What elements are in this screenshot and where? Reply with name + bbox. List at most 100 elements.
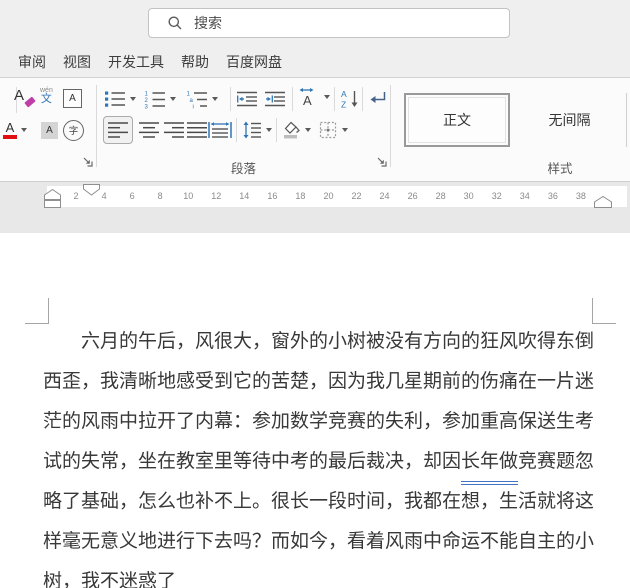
svg-text:2: 2 [145, 98, 149, 104]
text-line[interactable]: 六月的午后，风很大，窗外的小树被没有方向的狂风吹得东倒 [43, 322, 594, 362]
align-center-button[interactable] [138, 118, 160, 142]
multilevel-list-icon: 1 a i [187, 92, 207, 110]
ruler-number: 8 [157, 191, 163, 201]
ruler-number: 16 [267, 191, 278, 201]
chevron-down-icon[interactable] [342, 128, 348, 132]
ribbon: A wén 文 A A A 字 1 2 3 1 a i A A Z 段落 正文 … [0, 78, 630, 182]
button-separator [334, 87, 335, 111]
line-spacing-button[interactable] [242, 118, 272, 142]
text-line[interactable]: 样毫无意义地进行下去吗？而如今，看着风雨中命运不能自主的小 [43, 522, 594, 562]
distribute-text-icon [208, 122, 232, 138]
justify-button[interactable] [186, 118, 208, 142]
ruler-number: 12 [211, 191, 222, 201]
svg-text:3: 3 [145, 105, 149, 110]
multilevel-list-button[interactable]: 1 a i [186, 87, 218, 111]
ruler-number: 6 [129, 191, 135, 201]
group-separator [96, 85, 97, 167]
numbering-button[interactable]: 1 2 3 [144, 87, 176, 111]
align-left-icon [108, 122, 128, 138]
paragraph-text: 六月的午后，风很大，窗外的小树被没有方向的狂风吹得东倒 西歪，我清晰地感受到它的… [43, 322, 595, 588]
svg-text:Z: Z [341, 99, 346, 109]
ruler-number: 24 [379, 191, 390, 201]
ruler-number: 22 [351, 191, 362, 201]
tab-baidu-netdisk[interactable]: 百度网盘 [226, 52, 282, 72]
text-line[interactable]: 茫的风雨中拉开了内幕：参加数学竞赛的失利，参加重高保送生考 [43, 402, 594, 442]
ruler-number: 26 [407, 191, 418, 201]
document-page[interactable]: 六月的午后，风很大，窗外的小树被没有方向的狂风吹得东倒 西歪，我清晰地感受到它的… [0, 233, 630, 588]
align-right-button[interactable] [163, 118, 185, 142]
text-line[interactable]: 树，我不迷惑了 [43, 562, 592, 588]
left-indent-marker[interactable] [44, 189, 61, 208]
phonetic-guide-icon: wén 文 [40, 87, 53, 105]
tab-help[interactable]: 帮助 [181, 52, 209, 72]
button-separator [292, 87, 293, 111]
ruler-number: 20 [323, 191, 334, 201]
distribute-text-button[interactable] [207, 118, 233, 142]
asian-layout-icon: A [299, 88, 314, 108]
paragraph-dialog-launcher[interactable] [376, 156, 388, 168]
bullets-button[interactable] [104, 87, 136, 111]
character-border-icon: A [63, 88, 82, 108]
svg-text:A: A [341, 89, 347, 99]
style-no-spacing-label: 无间隔 [548, 112, 591, 128]
horizontal-ruler[interactable]: 2 4 6 8 10 12 14 16 18 20 22 24 26 28 30 32 34 36 38 [47, 186, 627, 207]
align-left-button[interactable] [103, 116, 133, 144]
clear-formatting-button[interactable]: A [13, 85, 36, 109]
chevron-down-icon[interactable] [324, 95, 330, 99]
character-shading-button[interactable]: A [41, 118, 58, 142]
svg-text:1: 1 [145, 92, 149, 98]
decrease-indent-button[interactable] [236, 87, 258, 111]
asian-layout-button[interactable]: A [298, 85, 330, 109]
shading-button[interactable] [281, 118, 311, 142]
text-boundary-mark-left [25, 298, 49, 324]
right-indent-marker[interactable] [594, 196, 612, 208]
text-line[interactable]: 略了基础，怎么也补不上。很长一段时间，我都在想，生活就将这 [43, 482, 594, 522]
text-line[interactable]: 西歪，我清晰地感受到它的苦楚，因为我几星期前的伤痛在一片迷 [43, 362, 594, 402]
align-center-icon [139, 122, 159, 138]
text-segment: 竞赛题忽 [518, 451, 595, 472]
paragraph-group-label: 段落 [230, 162, 256, 176]
grammar-check-underline: 长年做 [461, 451, 519, 485]
search-box[interactable]: 搜索 [148, 8, 510, 38]
svg-text:i: i [193, 105, 194, 110]
chevron-down-icon[interactable] [130, 97, 136, 101]
chevron-down-icon[interactable] [170, 97, 176, 101]
ribbon-tab-row: 审阅 视图 开发工具 帮助 百度网盘 [0, 47, 630, 78]
enclose-characters-button[interactable]: 字 [63, 116, 84, 144]
borders-button[interactable] [318, 118, 348, 142]
show-hide-marks-button[interactable] [368, 87, 388, 111]
svg-text:1: 1 [187, 92, 191, 98]
text-line[interactable]: 试的失常，坐在教室里等待中考的最后裁决，却因长年做竞赛题忽 [43, 442, 595, 485]
text-segment: 试的失常，坐在教室里等待中考的最后裁决，却因 [43, 451, 462, 472]
style-normal[interactable]: 正文 [404, 93, 510, 147]
chevron-down-icon[interactable] [305, 128, 311, 132]
tab-developer[interactable]: 开发工具 [108, 52, 164, 72]
shading-icon [284, 121, 300, 139]
chevron-down-icon[interactable] [212, 97, 218, 101]
text-boundary-mark-right [592, 298, 616, 324]
font-color-button[interactable]: A [3, 116, 27, 144]
svg-text:a: a [190, 98, 194, 104]
ruler-area: 2 4 6 8 10 12 14 16 18 20 22 24 26 28 30 32 34 36 38 [0, 182, 630, 233]
font-dialog-launcher[interactable] [82, 156, 94, 168]
character-border-button[interactable]: A [63, 86, 82, 110]
first-line-indent-marker[interactable] [83, 184, 100, 196]
font-color-icon: A [3, 121, 17, 139]
chevron-down-icon[interactable] [21, 128, 27, 132]
increase-indent-button[interactable] [264, 87, 286, 111]
character-shading-icon: A [41, 121, 58, 139]
style-no-spacing[interactable]: 无间隔 [513, 93, 626, 147]
tab-review[interactable]: 审阅 [18, 52, 46, 72]
phonetic-guide-button[interactable]: wén 文 [40, 84, 53, 108]
search-icon [168, 16, 182, 30]
title-bar: 搜索 [0, 0, 630, 47]
tab-view[interactable]: 视图 [63, 52, 91, 72]
ruler-number: 36 [547, 191, 558, 201]
chevron-down-icon[interactable] [266, 128, 272, 132]
svg-text:A: A [303, 93, 312, 108]
numbered-list-icon: 1 2 3 [145, 92, 165, 110]
sort-button[interactable]: A Z [340, 86, 360, 110]
line-spacing-icon [243, 121, 261, 139]
enclose-characters-icon: 字 [63, 119, 84, 141]
sort-az-icon: A Z [341, 89, 358, 109]
